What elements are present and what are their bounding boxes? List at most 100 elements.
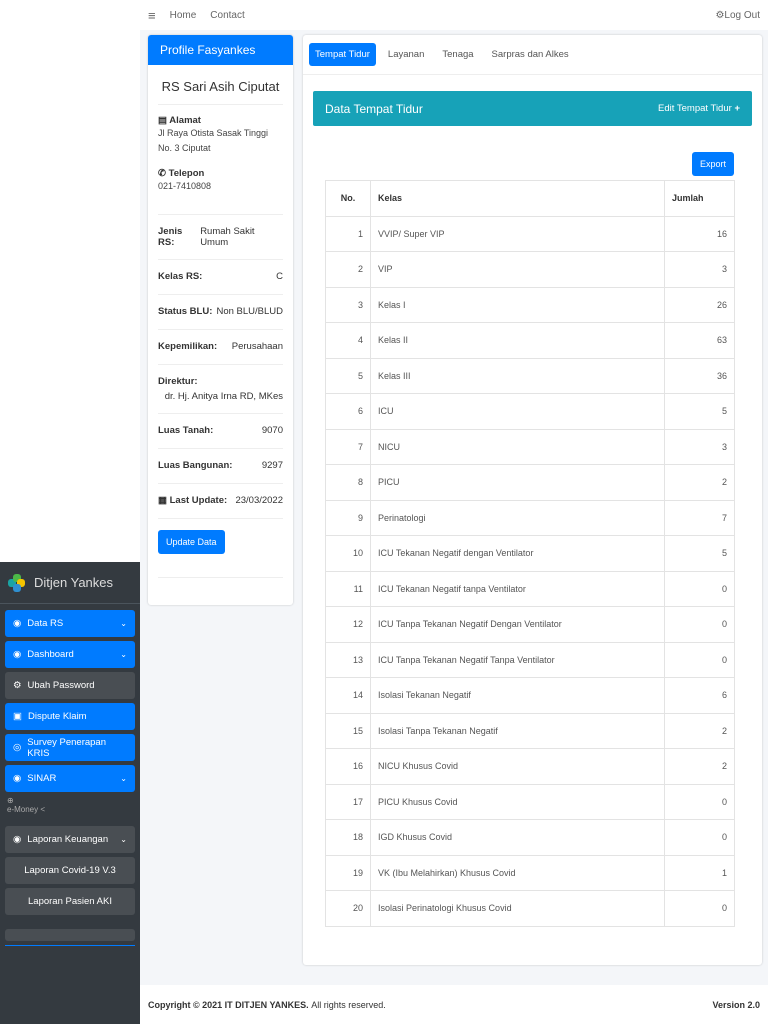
export-button[interactable]: Export [691, 152, 734, 176]
table-row: 5 Kelas III 36 [325, 357, 735, 394]
field-status-blu: Status BLU: Non BLU/BLUD [158, 294, 283, 329]
hamburger-icon[interactable]: ≡ [148, 8, 156, 23]
plus-icon: + [734, 103, 740, 114]
cell-jumlah: 2 [664, 748, 735, 785]
brand-name: Ditjen Yankes [34, 575, 114, 590]
field-kelas-rs: Kelas RS: C [158, 259, 283, 294]
gear-icon: ⚙ [13, 680, 22, 691]
tabs: Tempat Tidur Layanan Tenaga Sarpras dan … [303, 35, 762, 75]
cell-jumlah: 63 [664, 322, 735, 359]
cell-no: 12 [325, 606, 371, 643]
sidebar-item-empty[interactable] [5, 929, 135, 941]
table-row: 8 PICU 2 [325, 464, 735, 501]
col-kelas: Kelas [370, 180, 665, 217]
cell-no: 8 [325, 464, 371, 501]
cell-kelas: Kelas I [370, 286, 665, 323]
cell-no: 4 [325, 322, 371, 359]
cell-no: 3 [325, 286, 371, 323]
cell-kelas: PICU Khusus Covid [370, 783, 665, 820]
table-row: 7 NICU 3 [325, 428, 735, 465]
table-row: 11 ICU Tekanan Negatif tanpa Ventilator 0 [325, 570, 735, 607]
cell-no: 14 [325, 677, 371, 714]
sidebar: Ditjen Yankes ◉ Data RS ⌄ ◉ Dashboard ⌄ ⚙ Uba… [0, 562, 140, 1024]
field-label: Direktur: [158, 376, 198, 387]
table-row: 14 Isolasi Tekanan Negatif 6 [325, 677, 735, 714]
logout-link[interactable]: ⚙Log Out [715, 10, 760, 21]
chevron-down-icon: ⌄ [120, 650, 127, 659]
sidebar-item-dashboard[interactable]: ◉ Dashboard ⌄ [5, 641, 135, 668]
calendar-icon: ▦ [158, 495, 167, 506]
table-row: 9 Perinatologi 7 [325, 499, 735, 536]
sidebar-subitem-laporan-covid[interactable]: Laporan Covid-19 V.3 [5, 857, 135, 884]
cell-jumlah: 16 [664, 215, 735, 252]
hospital-name: RS Sari Asih Ciputat [158, 65, 283, 105]
sidebar-item-ubah-password[interactable]: ⚙ Ubah Password [5, 672, 135, 699]
cell-kelas: VK (Ibu Melahirkan) Khusus Covid [370, 854, 665, 891]
label: Dashboard [27, 649, 74, 660]
sidebar-item-sinar[interactable]: ◉ SINAR ⌄ [5, 765, 135, 792]
cell-jumlah: 5 [664, 393, 735, 430]
dashboard-icon: ◉ [13, 649, 22, 660]
cell-kelas: ICU Tanpa Tekanan Negatif Tanpa Ventilat… [370, 641, 665, 678]
cell-no: 2 [325, 251, 371, 288]
field-value: dr. Hj. Anitya Irna RD, MKes [164, 391, 283, 402]
field-label: Jenis RS: [158, 226, 183, 248]
tab-tenaga[interactable]: Tenaga [436, 43, 479, 66]
cell-jumlah: 0 [664, 570, 735, 607]
telepon-value: 021-7410808 [158, 181, 212, 191]
telepon-label: Telepon [168, 168, 205, 179]
sidebar-item-dispute-klaim[interactable]: ▣ Dispute Klaim [5, 703, 135, 730]
cell-no: 5 [325, 357, 371, 394]
field-value: Perusahaan [231, 341, 283, 352]
table-row: 15 Isolasi Tanpa Tekanan Negatif 2 [325, 712, 735, 749]
cell-jumlah: 3 [664, 251, 735, 288]
cell-jumlah: 7 [664, 499, 735, 536]
field-last-update: ▦ Last Update: 23/03/2022 [158, 483, 283, 518]
logo-icon [8, 573, 26, 592]
brand[interactable]: Ditjen Yankes [0, 562, 140, 604]
edit-tempat-tidur-button[interactable]: Edit Tempat Tidur + [658, 103, 740, 114]
label: Edit Tempat Tidur [658, 103, 732, 114]
cell-no: 15 [325, 712, 371, 749]
cell-kelas: Isolasi Tekanan Negatif [370, 677, 665, 714]
tab-sarpras[interactable]: Sarpras dan Alkes [486, 43, 575, 66]
update-data-button[interactable]: Update Data [158, 530, 225, 554]
field-kepemilikan: Kepemilikan: Perusahaan [158, 329, 283, 364]
cell-no: 17 [325, 783, 371, 820]
chevron-down-icon: ⌄ [120, 619, 127, 628]
archive-icon: ▣ [13, 711, 22, 722]
table-row: 18 IGD Khusus Covid 0 [325, 819, 735, 856]
sidebar-item-emoney[interactable]: ⊕ e-Money < [5, 796, 135, 826]
cell-kelas: NICU Khusus Covid [370, 748, 665, 785]
cell-kelas: ICU Tanpa Tekanan Negatif Dengan Ventila… [370, 606, 665, 643]
cell-jumlah: 26 [664, 286, 735, 323]
field-value: 9070 [261, 425, 283, 436]
field-direktur: Direktur: dr. Hj. Anitya Irna RD, MKes [158, 364, 283, 413]
copyright: Copyright © 2021 IT DITJEN YANKES. [148, 999, 309, 1010]
table-row: 6 ICU 5 [325, 393, 735, 430]
globe-icon: ⊕ [7, 796, 14, 805]
nav-home-link[interactable]: Home [170, 10, 197, 21]
cell-jumlah: 5 [664, 535, 735, 572]
cell-no: 16 [325, 748, 371, 785]
sidebar-item-data-rs[interactable]: ◉ Data RS ⌄ [5, 610, 135, 637]
sidebar-subitem-laporan-aki[interactable]: Laporan Pasien AKI [5, 888, 135, 915]
cell-kelas: PICU [370, 464, 665, 501]
tab-tempat-tidur[interactable]: Tempat Tidur [309, 43, 376, 66]
cell-no: 11 [325, 570, 371, 607]
cell-no: 19 [325, 854, 371, 891]
cell-no: 1 [325, 215, 371, 252]
main-card: Tempat Tidur Layanan Tenaga Sarpras dan … [303, 35, 762, 965]
alamat-label: Alamat [169, 115, 201, 126]
cell-jumlah: 0 [664, 890, 735, 927]
sidebar-item-laporan-keuangan[interactable]: ◉ Laporan Keuangan ⌄ [5, 826, 135, 853]
table-row: 17 PICU Khusus Covid 0 [325, 783, 735, 820]
cell-jumlah: 36 [664, 357, 735, 394]
chevron-down-icon: ⌄ [120, 774, 127, 783]
nav-contact-link[interactable]: Contact [210, 10, 244, 21]
tab-layanan[interactable]: Layanan [382, 43, 430, 66]
field-value: 23/03/2022 [235, 495, 283, 506]
sidebar-item-survey-kris[interactable]: ◎ Survey Penerapan KRIS [5, 734, 135, 761]
cell-kelas: Kelas III [370, 357, 665, 394]
field-label: Kelas RS: [158, 271, 203, 282]
